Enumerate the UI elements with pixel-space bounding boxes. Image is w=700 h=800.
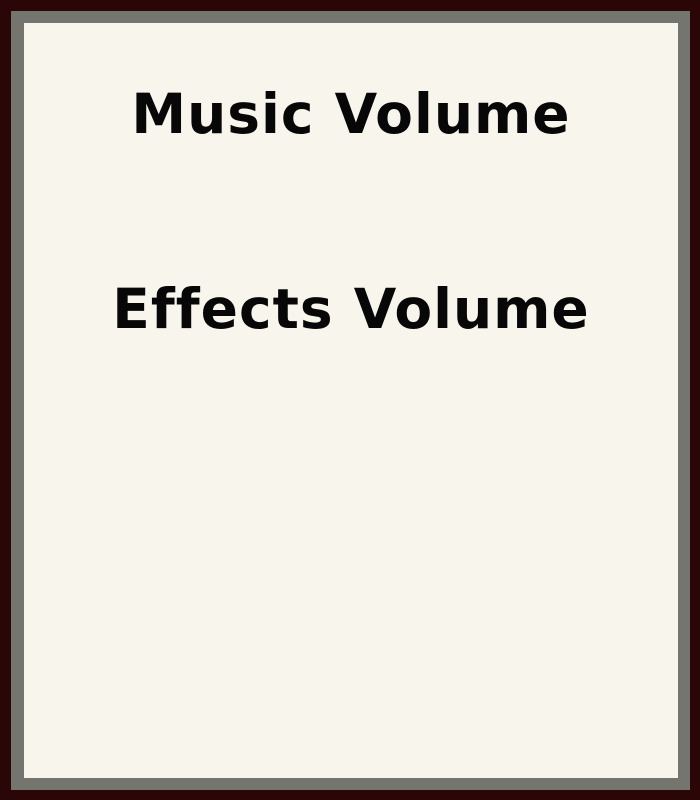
effects-volume-label: Effects Volume (112, 277, 590, 341)
music-volume-label: Music Volume (131, 82, 571, 146)
settings-panel: Music Volume Effects Volume (24, 23, 678, 778)
settings-window-inner-frame: Music Volume Effects Volume (11, 11, 690, 790)
settings-window-outer-frame: Music Volume Effects Volume (0, 0, 700, 800)
